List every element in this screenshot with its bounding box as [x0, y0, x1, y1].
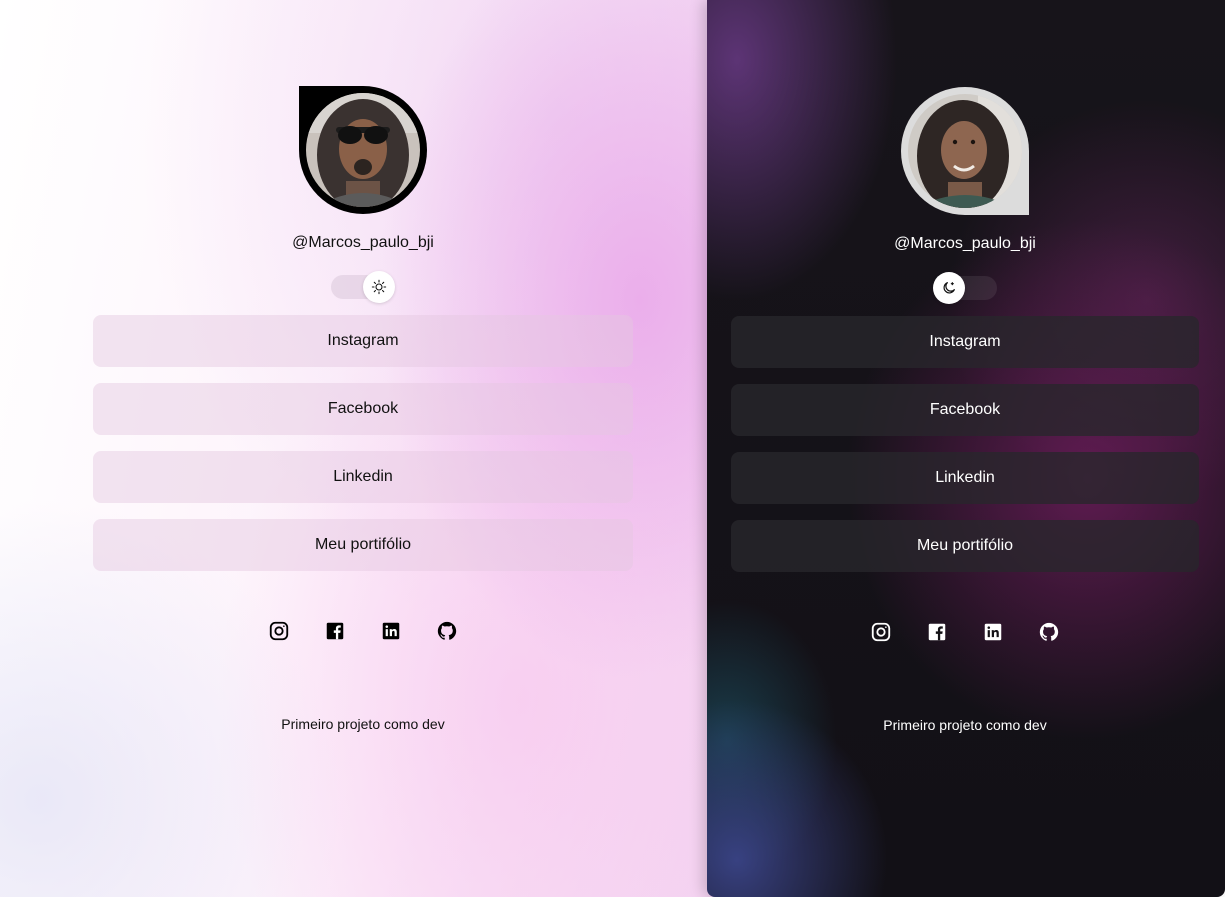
- instagram-link-button[interactable]: Instagram: [731, 316, 1199, 368]
- portfolio-link-button[interactable]: Meu portifólio: [93, 519, 633, 571]
- facebook-icon[interactable]: [925, 620, 949, 644]
- light-theme-panel: @Marcos_paulo_bji Instagram Facebook Lin…: [0, 0, 726, 897]
- github-icon[interactable]: [435, 619, 459, 643]
- social-icons-row: [869, 620, 1061, 644]
- linkedin-icon[interactable]: [981, 620, 1005, 644]
- profile-handle: @Marcos_paulo_bji: [292, 234, 434, 251]
- theme-toggle[interactable]: [933, 272, 997, 304]
- linkedin-icon[interactable]: [379, 619, 403, 643]
- linkedin-link-button[interactable]: Linkedin: [93, 451, 633, 503]
- profile-handle: @Marcos_paulo_bji: [894, 235, 1036, 252]
- linkedin-link-button[interactable]: Linkedin: [731, 452, 1199, 504]
- portfolio-link-button[interactable]: Meu portifólio: [731, 520, 1199, 572]
- social-icons-row: [267, 619, 459, 643]
- facebook-link-button[interactable]: Facebook: [93, 383, 633, 435]
- link-label: Linkedin: [333, 468, 393, 485]
- profile-avatar: [901, 87, 1029, 215]
- link-label: Instagram: [929, 333, 1001, 350]
- theme-toggle[interactable]: [331, 271, 395, 303]
- link-label: Instagram: [327, 332, 399, 349]
- facebook-icon[interactable]: [323, 619, 347, 643]
- moon-icon: [943, 282, 955, 294]
- link-label: Meu portifólio: [314, 536, 412, 553]
- facebook-link-button[interactable]: Facebook: [731, 384, 1199, 436]
- footer-text: Primeiro projeto como dev: [281, 716, 445, 732]
- profile-avatar: [299, 86, 427, 214]
- link-label: Facebook: [327, 400, 399, 417]
- dark-theme-panel: @Marcos_paulo_bji Instagram Facebook Lin…: [707, 0, 1225, 897]
- link-label: Meu portifólio: [916, 537, 1014, 554]
- instagram-icon[interactable]: [869, 620, 893, 644]
- footer-text: Primeiro projeto como dev: [883, 717, 1047, 733]
- instagram-icon[interactable]: [267, 619, 291, 643]
- theme-toggle-knob[interactable]: [933, 272, 965, 304]
- avatar-photo: [306, 93, 420, 207]
- instagram-link-button[interactable]: Instagram: [93, 315, 633, 367]
- link-label: Linkedin: [935, 469, 995, 486]
- link-label: Facebook: [929, 401, 1001, 418]
- github-icon[interactable]: [1037, 620, 1061, 644]
- sun-icon: [371, 279, 387, 295]
- theme-toggle-knob[interactable]: [363, 271, 395, 303]
- avatar-photo: [908, 94, 1022, 208]
